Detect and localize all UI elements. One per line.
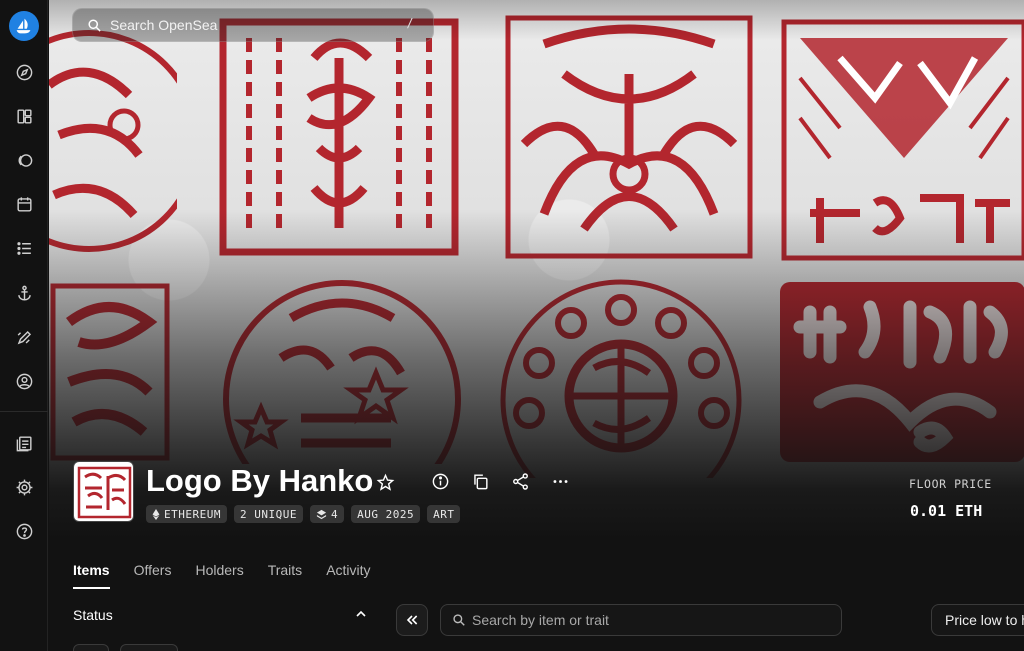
sidebar [0,0,48,651]
floor-price-value: 0.01 ETH [910,502,983,520]
calendar-icon[interactable] [12,192,36,216]
item-search-placeholder: Search by item or trait [472,612,609,628]
search-icon [453,614,465,626]
compass-icon[interactable] [12,60,36,84]
floor-price-label: FLOOR PRICE [909,477,992,491]
share-icon[interactable] [509,470,531,492]
sort-value: Price low to high [945,612,1024,628]
collection-title: Logo By Hanko [146,463,374,498]
collection-tags: ETHEREUM 2 UNIQUE 4 AUG 2025 ART [146,505,461,523]
item-search-input[interactable]: Search by item or trait [440,604,842,636]
tab-holders[interactable]: Holders [195,562,243,589]
opensea-logo-button[interactable] [8,11,39,41]
info-icon[interactable] [429,470,451,492]
status-filter-label[interactable]: Status [73,607,113,623]
profile-icon[interactable] [12,369,36,393]
token-icon[interactable] [12,148,36,172]
copy-icon[interactable] [469,470,491,492]
help-icon[interactable] [12,519,36,543]
tab-traits[interactable]: Traits [268,562,302,589]
opensea-logo-icon [16,18,30,34]
anchor-icon[interactable] [12,281,36,305]
tag-label: 4 [330,507,339,521]
collapse-filters-button[interactable] [396,604,428,636]
tab-items[interactable]: Items [73,562,110,589]
search-shortcut-hint: / [406,16,414,30]
tag-label: 2 UNIQUE [239,507,297,521]
collection-banner [49,0,1024,540]
collection-avatar [73,461,134,522]
docs-icon[interactable] [12,431,36,455]
chevron-up-icon[interactable] [353,606,369,622]
tag-label: ART [433,507,455,521]
tag-label: AUG 2025 [357,507,415,521]
tag-unique: 2 UNIQUE [233,505,303,523]
tag-items-count: 4 [309,505,345,523]
tag-label: ETHEREUM [164,507,221,521]
status-option-chip[interactable] [120,644,178,651]
tag-date: AUG 2025 [351,505,421,523]
layers-icon [316,509,327,519]
sidebar-divider [0,411,48,412]
pencil-icon[interactable] [12,325,36,349]
double-chevron-left-icon [406,615,418,625]
collection-tabs: Items Offers Holders Traits Activity [73,562,395,589]
tab-activity[interactable]: Activity [326,562,370,589]
favorite-star-icon[interactable] [374,471,396,493]
list-icon[interactable] [12,236,36,260]
gear-icon[interactable] [12,475,36,499]
search-placeholder: Search OpenSea [110,17,218,33]
tag-chain[interactable]: ETHEREUM [146,505,227,523]
search-input[interactable]: Search OpenSea / [72,8,434,42]
search-icon [88,18,101,32]
tab-offers[interactable]: Offers [134,562,172,589]
status-option-chip[interactable] [73,644,109,651]
more-options-icon[interactable] [549,470,571,492]
tag-category[interactable]: ART [427,505,461,523]
ethereum-icon [152,508,160,520]
sort-dropdown[interactable]: Price low to high [931,604,1024,636]
grid-icon[interactable] [12,104,36,128]
